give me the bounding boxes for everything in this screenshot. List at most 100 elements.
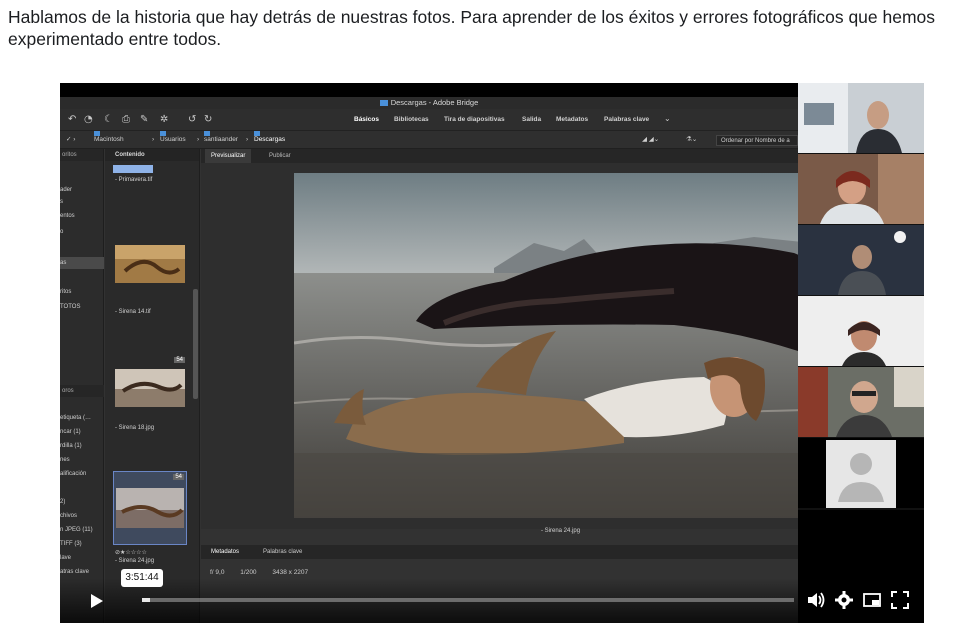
rotate-left-icon[interactable]: ↺ bbox=[188, 114, 196, 125]
ws-salida[interactable]: Salida bbox=[522, 116, 541, 123]
favorites-selected-row[interactable] bbox=[60, 257, 104, 269]
tab-previsualizar[interactable]: Previsualizar bbox=[205, 149, 252, 163]
back-icon[interactable]: ↶ bbox=[68, 114, 76, 125]
participant-tile[interactable] bbox=[798, 83, 924, 153]
content-tab[interactable]: Contenido bbox=[105, 149, 199, 161]
thumbnail-name: - Sirena 18.jpg bbox=[115, 425, 155, 431]
path-separator: › bbox=[152, 136, 155, 143]
rating-stars[interactable]: ⊘★☆☆☆☆ bbox=[115, 549, 147, 556]
participant-tile-placeholder[interactable] bbox=[798, 438, 924, 508]
thumbnail-image bbox=[113, 165, 153, 173]
thumbnail-card-selected[interactable]: 54 bbox=[113, 471, 187, 545]
ws-bibliotecas[interactable]: Bibliotecas bbox=[394, 116, 429, 123]
thumbnail-image bbox=[115, 369, 185, 407]
content-scrollbar[interactable] bbox=[193, 289, 198, 399]
path-bar: ✓ › Macintosh HD › Usuarios › santiaande… bbox=[60, 131, 798, 161]
sort-icon[interactable]: ⚗⌄ bbox=[686, 131, 697, 149]
bridge-toolbar: ↶ ◔ ☾ ⎙ ✎ ✲ ↺ ↻ Básicos Bibliotecas Tira… bbox=[60, 109, 798, 131]
aperture-value: f/ 9,0 bbox=[210, 569, 225, 576]
bridge-window: Descargas - Adobe Bridge ↶ ◔ ☾ ⎙ ✎ ✲ ↺ ↻… bbox=[60, 97, 832, 623]
participant-tile[interactable] bbox=[798, 367, 924, 437]
thumbnail-image bbox=[115, 245, 185, 283]
recent-icon[interactable]: ◔ bbox=[84, 114, 93, 125]
favorites-item[interactable]: ritos bbox=[60, 289, 71, 295]
participant-tile[interactable] bbox=[798, 154, 924, 224]
file-type-badge: 54 bbox=[174, 357, 185, 363]
favorites-panel: oritos ader s entos o as ritos TOTOS oro… bbox=[60, 149, 104, 623]
filter-tab[interactable]: oros bbox=[60, 385, 104, 397]
filter-item[interactable]: n JPEG (11) bbox=[60, 527, 93, 533]
preview-panel: Previsualizar Publicar - Sirena 24.jpg bbox=[201, 149, 832, 534]
metadata-summary: f/ 9,0 1/200 3438 x 2207 bbox=[210, 569, 322, 576]
ws-basicos[interactable]: Básicos bbox=[354, 116, 379, 123]
thumbnail-name: - Sirena 14.tif bbox=[115, 309, 151, 315]
favorites-item[interactable]: entos bbox=[60, 213, 75, 219]
time-tooltip: 3:51:44 bbox=[121, 569, 163, 587]
thumbnail-image bbox=[116, 488, 184, 528]
filter-item[interactable]: rdilla (1) bbox=[60, 443, 82, 449]
rotate-right-icon[interactable]: ↻ bbox=[204, 114, 212, 125]
path-nav-icon[interactable]: ✓ › bbox=[66, 131, 75, 149]
pip-icon[interactable] bbox=[862, 590, 882, 610]
favorites-item[interactable]: as bbox=[60, 260, 66, 266]
fullscreen-icon[interactable] bbox=[890, 590, 910, 610]
content-panel: Contenido - Primavera.tif - Sirena 14.ti… bbox=[105, 149, 200, 623]
filter-item[interactable]: etiqueta (… bbox=[60, 415, 91, 421]
ws-tira[interactable]: Tira de diapositivas bbox=[444, 116, 505, 123]
participant-video bbox=[798, 83, 924, 153]
progress-bar[interactable] bbox=[142, 598, 794, 602]
tab-palabras-clave[interactable]: Palabras clave bbox=[263, 545, 302, 559]
filter-item[interactable]: alificación bbox=[60, 471, 86, 477]
file-type-badge: 54 bbox=[173, 474, 184, 480]
preview-caption: - Sirena 24.jpg bbox=[541, 528, 581, 534]
window-title: Descargas - Adobe Bridge bbox=[390, 98, 479, 107]
filter-item[interactable]: nes bbox=[60, 457, 70, 463]
favorites-item[interactable]: s bbox=[60, 199, 63, 205]
thumbnail-card[interactable] bbox=[113, 165, 187, 175]
tab-publicar[interactable]: Publicar bbox=[269, 149, 291, 163]
filter-item[interactable]: TIFF (3) bbox=[60, 541, 82, 547]
shutter-value: 1/200 bbox=[240, 569, 257, 576]
filter-item[interactable]: ncar (1) bbox=[60, 429, 81, 435]
participant-video bbox=[798, 367, 924, 437]
camera-icon[interactable]: ⎙ bbox=[122, 114, 130, 125]
filter-item[interactable]: chivos bbox=[60, 513, 77, 519]
thumbnail-name: - Sirena 24.jpg bbox=[115, 558, 155, 564]
gear-small-icon[interactable]: ✲ bbox=[160, 114, 168, 125]
filter-item[interactable]: lave bbox=[60, 555, 71, 561]
video-player[interactable]: Descargas - Adobe Bridge ↶ ◔ ☾ ⎙ ✎ ✲ ↺ ↻… bbox=[60, 83, 924, 623]
favorites-item[interactable]: ader bbox=[60, 187, 72, 193]
preview-tabs: Previsualizar Publicar bbox=[201, 149, 798, 163]
dimensions-value: 3438 x 2207 bbox=[272, 569, 309, 576]
path-separator: › bbox=[197, 136, 200, 143]
participant-video bbox=[798, 296, 924, 366]
participants-column bbox=[798, 83, 924, 510]
volume-icon[interactable] bbox=[806, 590, 826, 610]
path-separator: › bbox=[246, 136, 249, 143]
thumbnail-card[interactable] bbox=[113, 231, 187, 295]
avatar-placeholder-icon bbox=[798, 438, 924, 508]
ws-metadatos[interactable]: Metadatos bbox=[556, 116, 588, 123]
favorites-item[interactable]: o bbox=[60, 229, 63, 235]
thumbnail-card[interactable]: 54 bbox=[113, 355, 187, 419]
settings-icon[interactable] bbox=[834, 590, 854, 610]
page-intro-text: Hablamos de la historia que hay detrás d… bbox=[8, 7, 936, 49]
moon-icon[interactable]: ☾ bbox=[104, 114, 113, 125]
filter-item[interactable]: atras clave bbox=[60, 569, 89, 575]
chevron-down-icon[interactable]: ⌄ bbox=[664, 114, 671, 123]
favorites-item[interactable]: TOTOS bbox=[60, 304, 80, 310]
participant-video bbox=[798, 225, 924, 295]
participant-tile[interactable] bbox=[798, 225, 924, 295]
play-icon[interactable] bbox=[86, 591, 106, 611]
refine-icon[interactable]: ✎ bbox=[140, 114, 148, 125]
ws-palabras[interactable]: Palabras clave bbox=[604, 116, 649, 123]
preview-image-mermaid bbox=[294, 173, 832, 518]
favorites-tab[interactable]: oritos bbox=[60, 149, 103, 161]
filter-icon[interactable]: ◢ ◢⌄ bbox=[642, 131, 659, 149]
bridge-titlebar: Descargas - Adobe Bridge bbox=[60, 97, 798, 109]
participant-tile[interactable] bbox=[798, 296, 924, 366]
participant-video bbox=[798, 154, 924, 224]
sort-dropdown[interactable]: Ordenar por Nombre de a bbox=[716, 135, 798, 146]
tab-metadatos[interactable]: Metadatos bbox=[211, 545, 239, 559]
filter-item[interactable]: 2) bbox=[60, 499, 65, 505]
